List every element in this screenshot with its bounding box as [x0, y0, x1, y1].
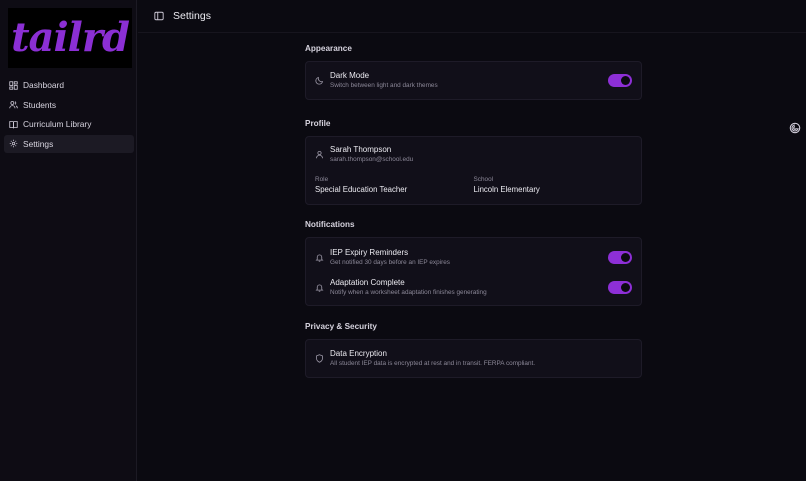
logo-text: tailrd [11, 14, 130, 61]
dashboard-icon [9, 80, 18, 90]
sidebar-item-label: Settings [23, 138, 54, 149]
sidebar-item-settings[interactable]: Settings [4, 134, 134, 153]
section-title-appearance: Appearance [305, 44, 352, 53]
sidebar-nav: Dashboard Students Curriculum Library Se… [4, 76, 134, 154]
book-icon [9, 120, 18, 129]
sidebar-item-students[interactable]: Students [4, 96, 134, 114]
section-title-profile: Profile [305, 119, 331, 128]
user-icon [315, 150, 324, 159]
top-bar: Settings [138, 0, 806, 33]
users-icon [9, 100, 18, 109]
sidebar-item-dashboard[interactable]: Dashboard [4, 76, 134, 94]
sidebar-item-label: Students [23, 99, 57, 110]
adaptation-complete-row: Adaptation Complete Notify when a worksh… [315, 272, 632, 302]
settings-content: Appearance Dark Mode Switch between ligh… [305, 44, 642, 378]
role-value: Special Education Teacher [315, 185, 408, 194]
iep-reminder-row: IEP Expiry Reminders Get notified 30 day… [315, 242, 632, 272]
role-label: Role [315, 176, 329, 183]
dark-mode-toggle[interactable] [608, 74, 632, 87]
data-encryption-label: Data Encryption [330, 349, 387, 358]
iep-reminder-label: IEP Expiry Reminders [330, 247, 409, 257]
adaptation-complete-description: Notify when a worksheet adaptation finis… [330, 288, 487, 296]
profile-email: sarah.thompson@school.edu [330, 156, 414, 163]
profile-name: Sarah Thompson [330, 145, 392, 154]
bell-icon [315, 283, 324, 292]
dark-mode-description: Switch between light and dark themes [330, 82, 438, 89]
section-title-privacy: Privacy & Security [305, 322, 377, 331]
section-title-notifications: Notifications [305, 220, 355, 229]
sidebar-item-label: Curriculum Library [23, 119, 92, 129]
dark-mode-label: Dark Mode [330, 71, 370, 80]
app-logo[interactable]: tailrd [8, 8, 132, 68]
bell-icon [315, 253, 324, 262]
sidebar-toggle-icon[interactable] [154, 11, 164, 21]
profile-card: Sarah Thompson sarah.thompson@school.edu… [305, 136, 642, 205]
notifications-card: IEP Expiry Reminders Get notified 30 day… [305, 237, 642, 306]
gear-icon [9, 139, 18, 148]
swirl-assistant-icon[interactable] [789, 121, 801, 134]
iep-reminder-description: Get notified 30 days before an IEP expir… [330, 258, 450, 266]
adaptation-complete-toggle[interactable] [608, 280, 632, 294]
school-label: School [473, 176, 494, 183]
sidebar-item-curriculum-library[interactable]: Curriculum Library [4, 115, 134, 133]
sidebar-item-label: Dashboard [23, 80, 64, 90]
page-title: Settings [173, 10, 211, 22]
sidebar: tailrd Dashboard Students Curriculum Lib… [0, 0, 137, 481]
appearance-card: Dark Mode Switch between light and dark … [305, 61, 642, 100]
school-value: Lincoln Elementary [473, 185, 540, 194]
privacy-card: Data Encryption All student IEP data is … [305, 339, 642, 378]
adaptation-complete-label: Adaptation Complete [330, 277, 405, 287]
data-encryption-description: All student IEP data is encrypted at res… [330, 360, 536, 367]
iep-reminder-toggle[interactable] [608, 250, 632, 264]
moon-icon [315, 76, 324, 85]
shield-icon [315, 354, 324, 363]
